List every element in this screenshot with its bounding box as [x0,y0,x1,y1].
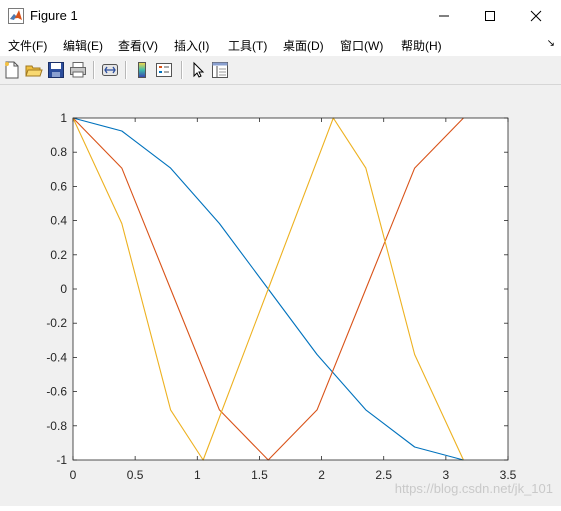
select-arrow-icon[interactable] [189,61,207,79]
link-icon[interactable] [101,61,119,79]
x-tick-label: 1 [194,468,201,482]
matlab-logo-icon [8,8,24,24]
title-bar: Figure 1 [0,0,561,32]
menu-bar: 文件(F) 编辑(E) 查看(V) 插入(I) 工具(T) 桌面(D) 窗口(W… [0,32,561,56]
x-tick-label: 3.5 [500,468,517,482]
close-button[interactable] [513,0,559,32]
y-tick-label: -0.4 [46,350,67,364]
close-icon [530,10,542,22]
toolbar-separator [181,61,183,79]
open-file-icon[interactable] [25,61,43,79]
menu-help[interactable]: 帮助(H) [401,37,442,54]
menu-tools[interactable]: 工具(T) [228,37,267,54]
property-inspector-icon[interactable] [211,61,229,79]
legend-icon[interactable] [155,61,173,79]
print-icon[interactable] [69,61,87,79]
window-title: Figure 1 [30,8,78,23]
new-figure-icon[interactable] [3,61,21,79]
maximize-icon [485,11,495,21]
x-tick-label: 3 [443,468,450,482]
y-tick-label: 0.8 [50,145,67,159]
y-tick-label: 0.6 [50,179,67,193]
x-tick-label: 0.5 [127,468,144,482]
y-tick-label: 0.4 [50,214,67,228]
y-tick-label: -0.6 [46,385,67,399]
maximize-button[interactable] [467,0,513,32]
minimize-icon [439,15,449,17]
x-tick-label: 0 [70,468,77,482]
toolbar [0,56,561,85]
menu-view[interactable]: 查看(V) [118,37,158,54]
y-tick-label: -1 [56,453,67,467]
y-tick-label: -0.8 [46,419,67,433]
minimize-button[interactable] [421,0,467,32]
plot-axes: 0 0.5 1 1.5 2 2.5 3 3.5 -1 -0.8 -0.6 -0.4 -0.2 0 0.2 0.… [46,111,517,482]
save-icon[interactable] [47,61,65,79]
figure-canvas: 0 0.5 1 1.5 2 2.5 3 3.5 -1 -0.8 -0.6 -0.4 -0.2 0 0.2 0.… [0,85,561,506]
colorbar-icon[interactable] [133,61,151,79]
menu-file[interactable]: 文件(F) [8,37,47,54]
menu-desktop[interactable]: 桌面(D) [283,37,324,54]
y-tick-label: 1 [60,111,67,125]
menu-window[interactable]: 窗口(W) [340,37,383,54]
y-tick-label: -0.2 [46,316,67,330]
y-tick-label: 0.2 [50,248,67,262]
toolbar-separator [93,61,95,79]
x-tick-label: 1.5 [251,468,268,482]
x-tick-label: 2.5 [375,468,392,482]
watermark-text: https://blog.csdn.net/jk_101 [394,481,553,496]
menu-insert[interactable]: 插入(I) [174,37,209,54]
plot-background [73,118,508,460]
y-tick-label: 0 [60,282,67,296]
toolbar-separator [125,61,127,79]
menu-overflow-icon[interactable]: ↘ [547,38,555,49]
menu-edit[interactable]: 编辑(E) [63,37,103,54]
x-tick-label: 2 [318,468,325,482]
